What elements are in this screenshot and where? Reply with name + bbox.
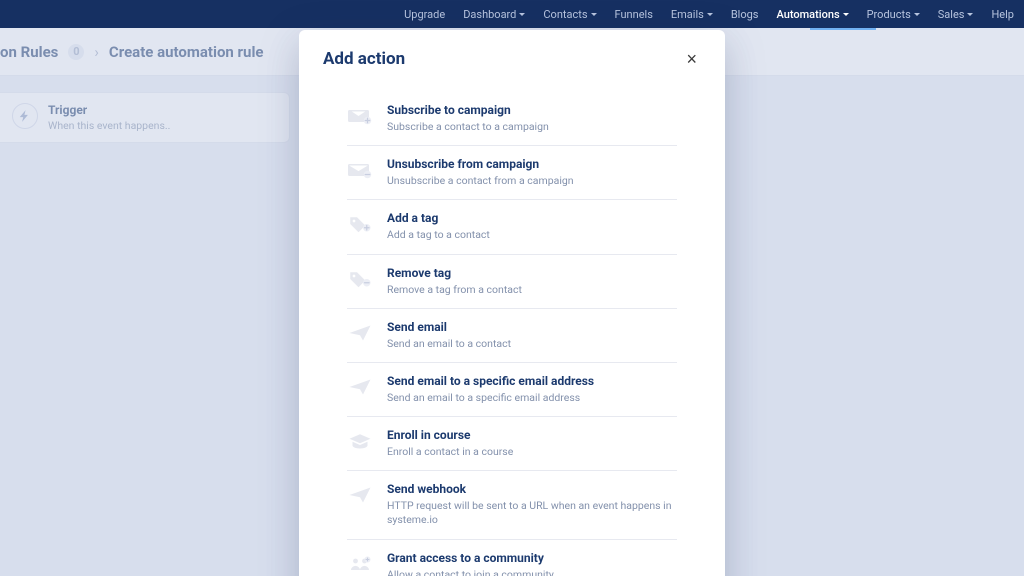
send-icon: [347, 484, 373, 506]
chevron-down-icon: [519, 13, 525, 16]
action-title: Enroll in course: [387, 428, 513, 442]
action-title: Add a tag: [387, 211, 490, 225]
nav-item-automations[interactable]: Automations: [774, 0, 850, 28]
action-item[interactable]: Send email to a specific email address Se…: [347, 363, 677, 417]
tag-minus-icon: [347, 268, 373, 290]
nav-item-label: Automations: [776, 8, 839, 21]
action-title: Subscribe to campaign: [387, 103, 549, 117]
close-button[interactable]: ×: [682, 46, 701, 72]
action-desc: Subscribe a contact to a campaign: [387, 120, 549, 134]
nav-item-blogs[interactable]: Blogs: [729, 0, 761, 28]
action-desc: Send an email to a specific email addres…: [387, 391, 594, 405]
nav-item-products[interactable]: Products: [865, 0, 922, 28]
action-item[interactable]: Send email Send an email to a contact: [347, 309, 677, 363]
community-icon: [347, 553, 373, 575]
nav-item-label: Help: [991, 8, 1014, 21]
send-icon: [347, 376, 373, 398]
action-desc: Send an email to a contact: [387, 337, 511, 351]
chevron-down-icon: [591, 13, 597, 16]
action-title: Remove tag: [387, 266, 522, 280]
action-desc: Enroll a contact in a course: [387, 445, 513, 459]
chevron-down-icon: [914, 13, 920, 16]
action-title: Send email to a specific email address: [387, 374, 594, 388]
nav-item-sales[interactable]: Sales: [936, 0, 976, 28]
action-desc: Unsubscribe a contact from a campaign: [387, 174, 574, 188]
chevron-down-icon: [843, 13, 849, 16]
action-item[interactable]: Send webhook HTTP request will be sent to…: [347, 471, 677, 539]
nav-item-label: Blogs: [731, 8, 759, 21]
tag-plus-icon: [347, 213, 373, 235]
nav-item-funnels[interactable]: Funnels: [613, 0, 655, 28]
action-desc: HTTP request will be sent to a URL when …: [387, 499, 677, 527]
action-item[interactable]: Grant access to a community Allow a conta…: [347, 540, 677, 576]
action-desc: Allow a contact to join a community: [387, 568, 554, 576]
nav-item-dashboard[interactable]: Dashboard: [461, 0, 527, 28]
add-action-modal: Add action × Subscribe to campaignSubscr…: [299, 30, 725, 576]
action-title: Unsubscribe from campaign: [387, 157, 574, 171]
nav-item-label: Emails: [671, 8, 704, 21]
nav-item-label: Products: [867, 8, 911, 21]
nav-item-contacts[interactable]: Contacts: [541, 0, 598, 28]
action-item[interactable]: Subscribe to campaign Subscribe a contact…: [347, 92, 677, 146]
action-title: Send webhook: [387, 482, 677, 496]
send-icon: [347, 322, 373, 344]
chevron-down-icon: [707, 13, 713, 16]
nav-item-upgrade[interactable]: Upgrade: [402, 0, 447, 28]
action-item[interactable]: Unsubscribe from campaign Unsubscribe a c…: [347, 146, 677, 200]
nav-item-label: Sales: [938, 8, 965, 21]
action-title: Grant access to a community: [387, 551, 554, 565]
action-title: Send email: [387, 320, 511, 334]
action-desc: Add a tag to a contact: [387, 228, 490, 242]
action-item[interactable]: Add a tag Add a tag to a contact: [347, 200, 677, 254]
chevron-down-icon: [967, 13, 973, 16]
action-list: Subscribe to campaign Subscribe a contact…: [323, 92, 701, 576]
nav-item-help[interactable]: Help: [989, 0, 1016, 28]
nav-item-label: Contacts: [543, 8, 587, 21]
nav-item-label: Funnels: [615, 8, 653, 21]
mail-plus-icon: [347, 105, 373, 127]
mail-minus-icon: [347, 159, 373, 181]
nav-item-label: Dashboard: [463, 8, 516, 21]
action-item[interactable]: Remove tag Remove a tag from a contact: [347, 255, 677, 309]
action-item[interactable]: Enroll in course Enroll a contact in a co…: [347, 417, 677, 471]
nav-item-emails[interactable]: Emails: [669, 0, 715, 28]
grad-cap-icon: [347, 430, 373, 452]
modal-title: Add action: [323, 49, 405, 69]
nav-item-label: Upgrade: [404, 8, 445, 21]
top-nav: Upgrade Dashboard Contacts Funnels Emails Blo…: [0, 0, 1024, 28]
action-desc: Remove a tag from a contact: [387, 283, 522, 297]
